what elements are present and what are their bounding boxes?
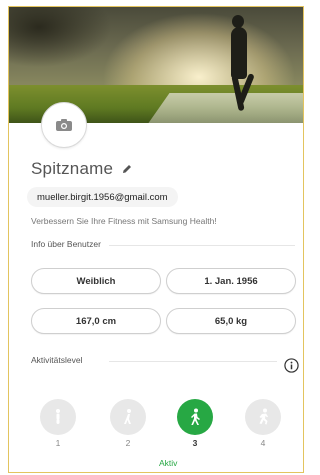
- section-divider: [109, 361, 277, 362]
- profile-panel: Spitzname mueller.birgit.1956@gmail.com …: [8, 6, 304, 473]
- running-person-icon: [259, 408, 268, 425]
- walking-person-icon: [191, 408, 200, 425]
- promo-text: Verbessern Sie Ihre Fitness mit Samsung …: [31, 216, 217, 226]
- selected-activity-label: Aktiv: [159, 458, 178, 468]
- birthdate-button[interactable]: 1. Jan. 1956: [166, 268, 296, 294]
- gender-button[interactable]: Weiblich: [31, 268, 161, 294]
- user-info-title: Info über Benutzer: [31, 239, 101, 249]
- camera-icon: [56, 119, 72, 131]
- weight-button[interactable]: 65,0 kg: [166, 308, 296, 334]
- activity-level-number: 1: [55, 438, 61, 448]
- sitting-person-icon: [56, 409, 60, 424]
- activity-level-3-button[interactable]: [177, 399, 213, 435]
- runner-head: [232, 15, 244, 28]
- pencil-icon[interactable]: [121, 163, 133, 175]
- standing-person-icon: [124, 409, 131, 424]
- activity-level-number: 4: [260, 438, 266, 448]
- height-button[interactable]: 167,0 cm: [31, 308, 161, 334]
- cover-trees: [9, 7, 159, 87]
- activity-level-1-button[interactable]: [40, 399, 76, 435]
- runner-silhouette: [231, 27, 247, 79]
- cover-path: [148, 93, 303, 123]
- nickname-text[interactable]: Spitzname: [31, 159, 113, 179]
- info-icon[interactable]: [284, 358, 299, 373]
- activity-level-2-button[interactable]: [110, 399, 146, 435]
- activity-level-number: 3: [192, 438, 198, 448]
- section-divider: [109, 245, 295, 246]
- change-photo-button[interactable]: [41, 102, 87, 148]
- activity-level-title: Aktivitätslevel: [31, 355, 83, 365]
- email-badge: mueller.birgit.1956@gmail.com: [27, 187, 178, 207]
- activity-level-4-button[interactable]: [245, 399, 281, 435]
- activity-level-number: 2: [125, 438, 131, 448]
- nickname-row[interactable]: Spitzname: [31, 157, 133, 181]
